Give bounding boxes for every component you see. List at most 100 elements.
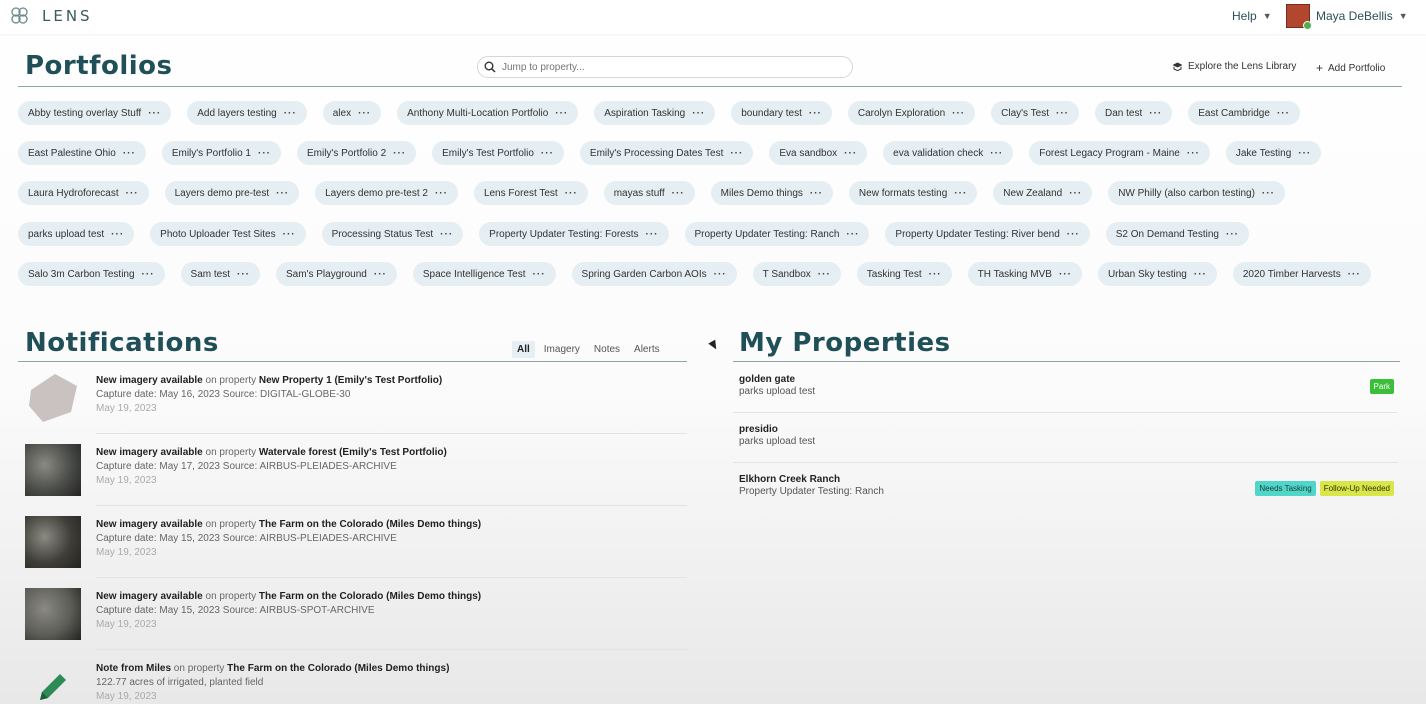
portfolio-chip[interactable]: Aspiration Tasking ··· <box>594 101 716 125</box>
more-icon[interactable]: ··· <box>730 148 743 159</box>
portfolio-chip[interactable]: Carolyn Exploration ··· <box>847 101 976 125</box>
portfolio-chip[interactable]: Jake Testing ··· <box>1225 141 1322 165</box>
portfolio-chip[interactable]: Photo Uploader Test Sites ··· <box>150 222 306 246</box>
portfolio-chip[interactable]: Laura Hydroforecast ··· <box>18 181 149 205</box>
portfolio-chip[interactable]: 2020 Timber Harvests ··· <box>1232 262 1371 286</box>
more-icon[interactable]: ··· <box>1277 108 1290 119</box>
portfolio-chip[interactable]: Clay's Test ··· <box>991 101 1079 125</box>
portfolio-chip[interactable]: mayas stuff ··· <box>603 181 695 205</box>
search-input[interactable] <box>502 61 832 73</box>
portfolio-chip[interactable]: Space Intelligence Test ··· <box>412 262 556 286</box>
more-icon[interactable]: ··· <box>1187 148 1200 159</box>
more-icon[interactable]: ··· <box>646 229 659 240</box>
more-icon[interactable]: ··· <box>692 108 705 119</box>
more-icon[interactable]: ··· <box>126 188 139 199</box>
portfolio-chip[interactable]: Property Updater Testing: Forests ··· <box>479 222 669 246</box>
more-icon[interactable]: ··· <box>846 229 859 240</box>
portfolio-chip[interactable]: Tasking Test ··· <box>856 262 952 286</box>
notification-property[interactable]: The Farm on the Colorado (Miles Demo thi… <box>259 591 481 602</box>
notification-property[interactable]: Watervale forest (Emily's Test Portfolio… <box>259 447 447 458</box>
portfolio-chip[interactable]: Emily's Test Portfolio ··· <box>432 141 564 165</box>
portfolio-chip[interactable]: Eva sandbox ··· <box>769 141 868 165</box>
more-icon[interactable]: ··· <box>1067 229 1080 240</box>
more-icon[interactable]: ··· <box>440 229 453 240</box>
portfolio-chip[interactable]: Dan test ··· <box>1094 101 1173 125</box>
portfolio-chip[interactable]: Miles Demo things ··· <box>710 181 833 205</box>
property-name[interactable]: golden gate <box>739 374 1400 385</box>
portfolio-chip[interactable]: Spring Garden Carbon AOIs ··· <box>571 262 737 286</box>
property-item[interactable]: presidio parks upload test <box>733 424 1400 463</box>
filter-imagery[interactable]: Imagery <box>539 341 585 358</box>
filter-alerts[interactable]: Alerts <box>629 341 665 358</box>
portfolio-chip[interactable]: East Cambridge ··· <box>1188 101 1300 125</box>
portfolio-chip[interactable]: NW Philly (also carbon testing) ··· <box>1108 181 1285 205</box>
more-icon[interactable]: ··· <box>276 188 289 199</box>
more-icon[interactable]: ··· <box>990 148 1003 159</box>
portfolio-chip[interactable]: S2 On Demand Testing ··· <box>1105 222 1249 246</box>
more-icon[interactable]: ··· <box>541 148 554 159</box>
more-icon[interactable]: ··· <box>1069 188 1082 199</box>
more-icon[interactable]: ··· <box>283 229 296 240</box>
portfolio-chip[interactable]: eva validation check ··· <box>883 141 1014 165</box>
more-icon[interactable]: ··· <box>1194 269 1207 280</box>
portfolio-chip[interactable]: Sam test ··· <box>180 262 261 286</box>
more-icon[interactable]: ··· <box>148 108 161 119</box>
filter-all[interactable]: All <box>512 341 535 358</box>
portfolio-chip[interactable]: Layers demo pre-test ··· <box>164 181 300 205</box>
notification-property[interactable]: The Farm on the Colorado (Miles Demo thi… <box>259 519 481 530</box>
more-icon[interactable]: ··· <box>1348 269 1361 280</box>
filter-notes[interactable]: Notes <box>589 341 625 358</box>
more-icon[interactable]: ··· <box>111 229 124 240</box>
portfolio-chip[interactable]: alex ··· <box>322 101 382 125</box>
portfolio-chip[interactable]: Emily's Processing Dates Test ··· <box>579 141 754 165</box>
more-icon[interactable]: ··· <box>142 269 155 280</box>
more-icon[interactable]: ··· <box>929 269 942 280</box>
property-item[interactable]: Elkhorn Creek Ranch Property Updater Tes… <box>739 474 1400 497</box>
portfolio-chip[interactable]: boundary test ··· <box>731 101 832 125</box>
more-icon[interactable]: ··· <box>258 148 271 159</box>
portfolio-chip[interactable]: Forest Legacy Program - Maine ··· <box>1029 141 1210 165</box>
portfolio-chip[interactable]: Anthony Multi-Location Portfolio ··· <box>397 101 579 125</box>
explore-library-link[interactable]: Explore the Lens Library <box>1172 61 1296 72</box>
app-logo[interactable]: LENS <box>10 7 93 25</box>
portfolio-chip[interactable]: TH Tasking MVB ··· <box>967 262 1082 286</box>
portfolio-chip[interactable]: Property Updater Testing: River bend ··· <box>885 222 1090 246</box>
more-icon[interactable]: ··· <box>844 148 857 159</box>
more-icon[interactable]: ··· <box>237 269 250 280</box>
help-menu[interactable]: Help ▼ <box>1232 9 1272 23</box>
more-icon[interactable]: ··· <box>810 188 823 199</box>
more-icon[interactable]: ··· <box>818 269 831 280</box>
portfolio-chip[interactable]: parks upload test ··· <box>18 222 135 246</box>
more-icon[interactable]: ··· <box>1226 229 1239 240</box>
property-name[interactable]: presidio <box>739 424 1400 435</box>
more-icon[interactable]: ··· <box>358 108 371 119</box>
more-icon[interactable]: ··· <box>952 108 965 119</box>
add-portfolio-button[interactable]: + Add Portfolio <box>1316 61 1385 75</box>
more-icon[interactable]: ··· <box>1149 108 1162 119</box>
property-item[interactable]: golden gate parks upload test Park <box>733 374 1400 413</box>
property-search[interactable] <box>477 56 853 78</box>
more-icon[interactable]: ··· <box>533 269 546 280</box>
more-icon[interactable]: ··· <box>284 108 297 119</box>
more-icon[interactable]: ··· <box>565 188 578 199</box>
notification-property[interactable]: New Property 1 (Emily's Test Portfolio) <box>259 375 442 386</box>
portfolio-chip[interactable]: Lens Forest Test ··· <box>473 181 588 205</box>
portfolio-chip[interactable]: Property Updater Testing: Ranch ··· <box>684 222 870 246</box>
more-icon[interactable]: ··· <box>555 108 568 119</box>
portfolio-chip[interactable]: Add layers testing ··· <box>187 101 307 125</box>
portfolio-chip[interactable]: New formats testing ··· <box>848 181 978 205</box>
portfolio-chip[interactable]: Emily's Portfolio 1 ··· <box>161 141 281 165</box>
more-icon[interactable]: ··· <box>1298 148 1311 159</box>
more-icon[interactable]: ··· <box>393 148 406 159</box>
portfolio-chip[interactable]: New Zealand ··· <box>993 181 1093 205</box>
more-icon[interactable]: ··· <box>374 269 387 280</box>
more-icon[interactable]: ··· <box>1059 269 1072 280</box>
more-icon[interactable]: ··· <box>714 269 727 280</box>
more-icon[interactable]: ··· <box>1262 188 1275 199</box>
portfolio-chip[interactable]: East Palestine Ohio ··· <box>18 141 146 165</box>
portfolio-chip[interactable]: Layers demo pre-test 2 ··· <box>315 181 458 205</box>
more-icon[interactable]: ··· <box>809 108 822 119</box>
portfolio-chip[interactable]: Emily's Portfolio 2 ··· <box>296 141 417 165</box>
portfolio-chip[interactable]: Abby testing overlay Stuff ··· <box>18 101 172 125</box>
user-menu[interactable]: Maya DeBellis ▼ <box>1286 4 1408 30</box>
